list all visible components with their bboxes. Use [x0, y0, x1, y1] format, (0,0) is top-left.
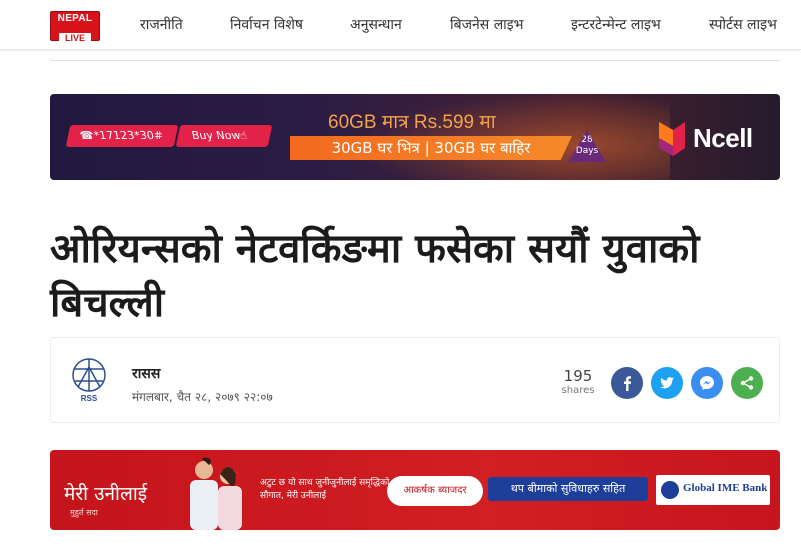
facebook-share-button[interactable] — [611, 367, 643, 399]
nav-item-investigation[interactable]: अनुसन्धान — [350, 15, 402, 34]
nav-item-sports-live[interactable]: स्पोर्टस लाइभ — [709, 15, 777, 34]
header-divider — [50, 60, 780, 61]
messenger-icon — [700, 376, 714, 390]
ussd-code-pill: ☎ *17123*30# — [65, 125, 179, 147]
insurance-feature-pill: थप बीमाको सुविधाहरु सहित — [488, 477, 648, 501]
ussd-code: *17123*30# — [92, 129, 165, 142]
share-counter: 195 shares — [553, 367, 603, 397]
nav-item-politics[interactable]: राजनीति — [140, 15, 183, 34]
nav-item-business-live[interactable]: बिजनेस लाइभ — [450, 15, 524, 34]
bank-name: Global IME Bank — [683, 482, 768, 494]
ad-campaign-subtitle: मुहुर्त सदा — [70, 508, 98, 517]
generic-share-button[interactable] — [731, 367, 763, 399]
buy-now-label: Buy Now — [190, 129, 242, 142]
author-name[interactable]: रासस — [132, 364, 160, 383]
logo-bottom-text: LIVE — [58, 33, 91, 44]
share-count-label: shares — [561, 385, 595, 396]
nav-item-election-special[interactable]: निर्वाचन विशेष — [230, 15, 303, 34]
ncell-mark-icon — [659, 122, 685, 156]
article-meta-card: RSS रासस मंगलबार, चैत २८, २०७९ २२:०७ 195… — [50, 337, 780, 423]
attractive-interest-badge: आकर्षक ब्याजदर — [387, 476, 483, 506]
nepal-live-logo[interactable]: NEPAL LIVE — [50, 11, 100, 44]
ad-offer: 30GB घर भित्र | 30GB घर बाहिर — [290, 136, 572, 160]
share-icon — [740, 376, 754, 390]
top-navigation: NEPAL LIVE राजनीति निर्वाचन विशेष अनुसन्… — [0, 0, 801, 50]
ad-campaign-title: मेरी उनीलाई — [64, 483, 148, 505]
messenger-share-button[interactable] — [691, 367, 723, 399]
twitter-icon — [660, 377, 674, 389]
ad-headline: 60GB मात्र Rs.599 मा — [328, 112, 496, 133]
couple-illustration — [190, 457, 242, 530]
rss-logo-avatar: RSS — [72, 358, 106, 403]
global-ime-bank-logo: Global IME Bank — [656, 475, 770, 505]
avatar-text: RSS — [81, 394, 98, 403]
nav-item-entertainment-live[interactable]: इन्टरटेन्मेन्ट लाइभ — [571, 15, 661, 34]
share-count-number: 195 — [563, 367, 593, 385]
global-ime-ad-banner[interactable]: मेरी उनीलाई मुहुर्त सदा अटुट छ यो साथ जु… — [50, 450, 780, 530]
article-title: ओरियन्सको नेटवर्किङमा फसेका सयौं युवाको … — [50, 226, 700, 326]
logo-top-text: NEPAL — [57, 13, 93, 24]
buy-now-button[interactable]: Buy Now ☝ — [175, 125, 273, 147]
facebook-icon — [624, 376, 631, 391]
ad-copy: अटुट छ यो साथ जुनीजुनीलाई समृद्धिको सौगा… — [260, 478, 390, 501]
ncell-ad-banner[interactable]: ☎ *17123*30# Buy Now ☝ 60GB मात्र Rs.599… — [50, 94, 780, 180]
publish-date: मंगलबार, चैत २८, २०७९ २२:०७ — [132, 390, 273, 404]
bank-globe-icon — [661, 481, 679, 499]
ncell-brand-text: Ncell — [693, 123, 753, 153]
twitter-share-button[interactable] — [651, 367, 683, 399]
